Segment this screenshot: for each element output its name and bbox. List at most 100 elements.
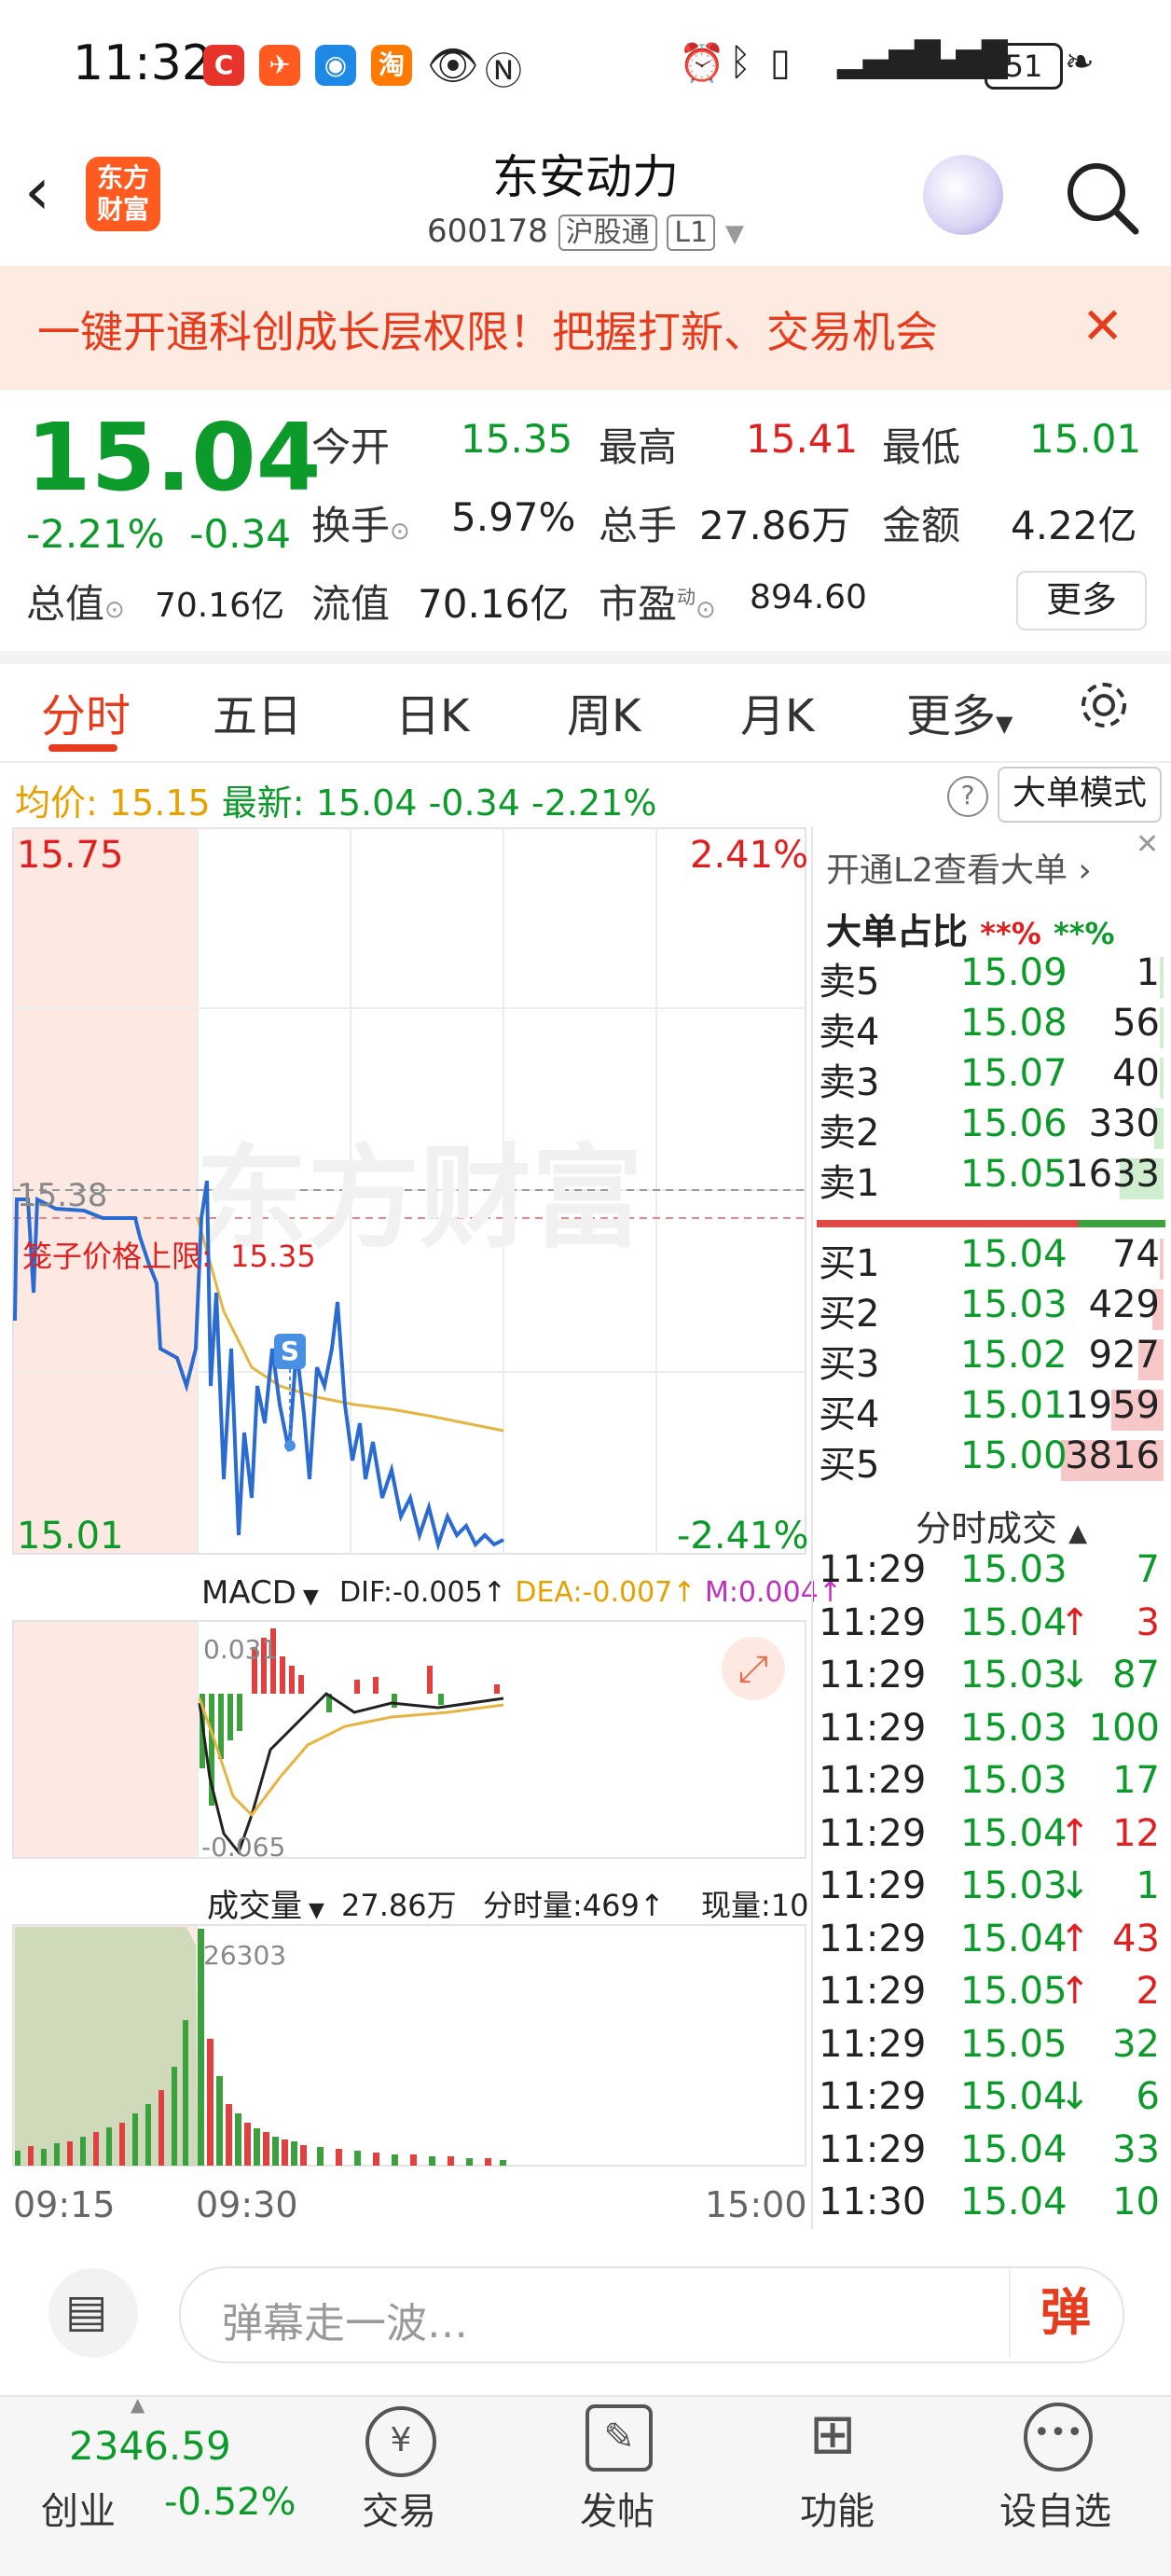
- nav-post[interactable]: 发帖: [580, 2481, 654, 2535]
- function-icon[interactable]: ⊞: [809, 2404, 856, 2464]
- change-percent: -2.21%: [26, 511, 165, 557]
- post-icon[interactable]: ✎: [586, 2404, 653, 2472]
- index-pct[interactable]: -0.52%: [164, 2481, 296, 2524]
- tab-day-k[interactable]: 日K: [395, 679, 469, 744]
- search-icon[interactable]: [1063, 159, 1141, 237]
- turnover-value: 5.97%: [451, 494, 576, 540]
- pe-value: 894.60: [750, 578, 867, 616]
- trade-volume: 1: [1136, 1864, 1160, 1907]
- trade-price: 15.04: [960, 1917, 1068, 1960]
- watchlist-icon[interactable]: •••: [1024, 2403, 1093, 2472]
- turnover-label-text: 换手: [311, 503, 391, 548]
- ratio-label: 大单占比: [826, 911, 969, 952]
- trades-title[interactable]: 分时成交 ▲: [916, 1500, 1087, 1551]
- level-price: 15.07: [960, 1052, 1068, 1095]
- level-volume: 40: [1112, 1052, 1160, 1095]
- nav-watchlist[interactable]: 设自选: [999, 2481, 1111, 2535]
- sell-marker-label: S: [281, 1336, 299, 1366]
- index-name[interactable]: 创业: [41, 2481, 116, 2535]
- level-price: 15.01: [960, 1384, 1068, 1427]
- trade-volume: 2: [1136, 1970, 1160, 2013]
- limit-value: 15.35: [230, 1239, 316, 1274]
- price-info-line: 均价: 15.15 最新: 15.04 -0.34 -2.21%: [15, 774, 656, 825]
- level-price: 15.08: [960, 1002, 1068, 1045]
- promo-banner-text[interactable]: 一键开通科创成长层权限！把握打新、交易机会: [37, 298, 938, 360]
- trade-time: 11:29: [819, 1706, 927, 1750]
- trade-price: 15.04: [960, 2075, 1068, 2118]
- buy-sell-ratio-bar: [817, 1220, 1165, 1227]
- robot-assistant-icon[interactable]: [923, 155, 1003, 235]
- level-price: 15.03: [960, 1283, 1068, 1326]
- trade-volume: 6: [1136, 2075, 1160, 2118]
- l2-promo-link[interactable]: 开通L2查看大单 ›: [826, 843, 1092, 892]
- macd-dif: DIF:-0.005↑: [339, 1576, 506, 1609]
- ask-row[interactable]: 卖2 15.06 330: [817, 1102, 1165, 1155]
- dropdown-icon: ▼: [296, 1586, 319, 1609]
- app-c-icon: C: [203, 45, 244, 86]
- close-icon[interactable]: ✕: [1136, 828, 1159, 861]
- bid-row[interactable]: 买2 15.03 429: [817, 1283, 1165, 1336]
- ask-row[interactable]: 卖1 15.05 1633: [817, 1153, 1165, 1205]
- macd-selector[interactable]: MACD ▼: [201, 1574, 319, 1612]
- tab-week-k[interactable]: 周K: [567, 679, 641, 744]
- level-label: 买4: [819, 1393, 880, 1436]
- amount-label: 金额: [882, 503, 961, 548]
- time-mid: 09:30: [196, 2184, 298, 2225]
- dea-line: [198, 1697, 504, 1818]
- level-volume: 74: [1112, 1233, 1160, 1276]
- tab-more[interactable]: 更多▼: [906, 679, 1013, 744]
- trade-time: 11:29: [819, 1759, 927, 1802]
- nav-trade[interactable]: 交易: [362, 2481, 436, 2535]
- trade-row: 11:29 15.05 32: [817, 2023, 1165, 2075]
- trade-direction-icon: ↑: [1059, 1970, 1091, 2013]
- limit-price-label: 笼子价格上限: 15.35: [22, 1233, 316, 1276]
- mktcap-value: 70.16亿: [155, 587, 285, 625]
- trade-price: 15.03: [960, 1759, 1068, 1802]
- trade-time: 11:29: [819, 2022, 927, 2066]
- trade-direction-icon: ↓: [1059, 2075, 1091, 2118]
- trade-icon[interactable]: ¥: [365, 2406, 436, 2477]
- chart-top-price: 15.75: [17, 834, 124, 877]
- bid-row[interactable]: 买3 15.02 927: [817, 1334, 1165, 1386]
- danmu-send-button[interactable]: 弹: [1009, 2268, 1121, 2358]
- ask-row[interactable]: 卖5 15.09 1: [817, 951, 1165, 1004]
- tab-five-day[interactable]: 五日: [213, 679, 302, 744]
- avg-value: 15.15: [108, 782, 211, 824]
- pe-sup: 动: [677, 586, 696, 608]
- leaf-icon: ❧: [1065, 41, 1095, 82]
- close-icon[interactable]: ✕: [1081, 297, 1123, 355]
- trade-volume: 7: [1136, 1548, 1160, 1591]
- bid-row[interactable]: 买5 15.00 3816: [817, 1434, 1165, 1487]
- battery-level: 51: [1004, 48, 1043, 84]
- latest-pct: -2.21%: [531, 782, 657, 824]
- volume-bar: [1160, 957, 1164, 998]
- ask-row[interactable]: 卖3 15.07 40: [817, 1052, 1165, 1104]
- chart-ref-price: 15.38: [17, 1177, 108, 1214]
- bid-row[interactable]: 买1 15.04 74: [817, 1233, 1165, 1285]
- volume-bar: [1160, 1058, 1164, 1099]
- trade-volume: 32: [1112, 2022, 1160, 2066]
- volume-selector[interactable]: 成交量 ▼: [207, 1880, 324, 1926]
- big-order-ratio: 大单占比 **% **%: [826, 903, 1115, 954]
- app-browser-icon: ◉: [315, 45, 356, 86]
- volume-value: 27.86万: [699, 503, 851, 548]
- help-icon[interactable]: ?: [947, 776, 988, 817]
- tab-intraday[interactable]: 分时: [41, 679, 131, 744]
- tab-more-label: 更多: [906, 690, 997, 742]
- trade-row: 11:29 15.03 17: [817, 1759, 1165, 1811]
- big-order-mode-button[interactable]: 大单模式: [998, 767, 1162, 823]
- open-label: 今开: [311, 424, 391, 470]
- index-value[interactable]: 2346.59: [69, 2423, 231, 2469]
- trade-row: 11:29 15.03 ↓ 1: [817, 1864, 1165, 1917]
- bid-row[interactable]: 买4 15.01 1959: [817, 1384, 1165, 1436]
- stock-code: 600178: [426, 213, 548, 250]
- nav-function[interactable]: 功能: [800, 2481, 875, 2535]
- ask-row[interactable]: 卖4 15.08 56: [817, 1002, 1165, 1054]
- gear-icon[interactable]: [1076, 677, 1132, 733]
- more-button[interactable]: 更多: [1016, 571, 1147, 630]
- macd-label: MACD: [201, 1574, 296, 1612]
- trade-row: 11:29 15.04 ↑ 12: [817, 1812, 1165, 1864]
- trade-time: 11:29: [819, 1917, 927, 1960]
- tab-month-k[interactable]: 月K: [740, 679, 814, 744]
- trade-price: 15.04: [960, 1811, 1068, 1855]
